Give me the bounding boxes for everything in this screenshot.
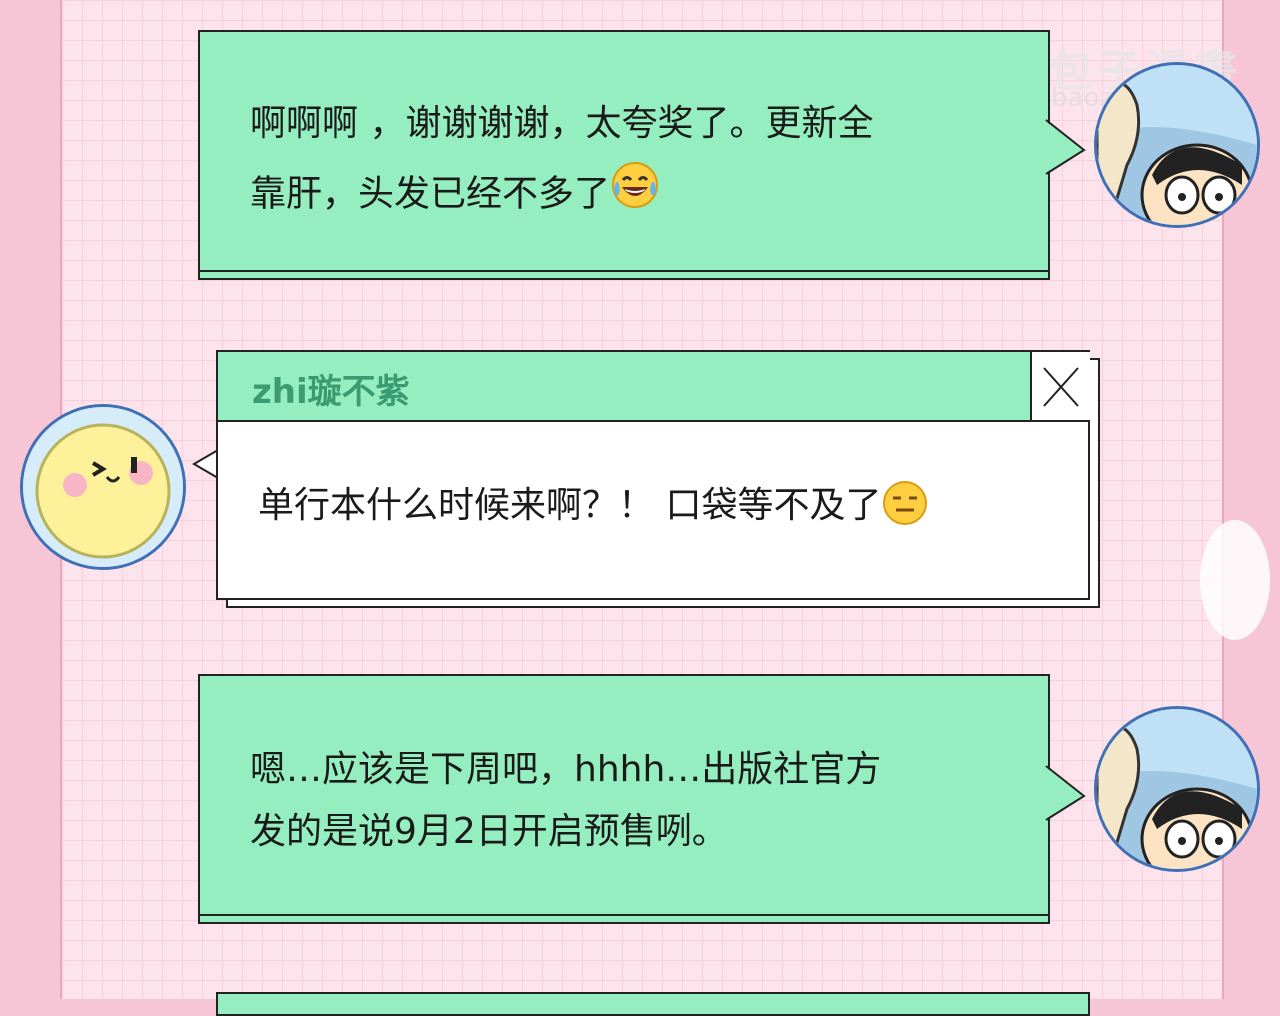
message-text: 靠肝，头发已经不多了 <box>250 173 611 215</box>
message-line: 嗯…应该是下周吧，hhhh…出版社官方 <box>250 749 882 790</box>
expressionless-emoji <box>881 479 929 536</box>
commenter-avatar <box>20 404 186 570</box>
comment-body: 单行本什么时候来啊？！ 口袋等不及了 <box>258 485 882 526</box>
bubble-tail <box>1044 765 1086 821</box>
author-avatar <box>1094 706 1260 872</box>
close-icon[interactable] <box>1030 352 1090 422</box>
card-header: zhi璇不紫 <box>218 352 1030 422</box>
chat-bubble-reply-1: 啊啊啊 ，谢谢谢谢，太夸奖了。更新全 靠肝，头发已经不多了 <box>198 30 1050 272</box>
chat-bubble-reply-2: 嗯…应该是下周吧，hhhh…出版社官方 发的是说9月2日开启预售咧。 <box>198 674 1050 916</box>
comment-text: 单行本什么时候来啊？！ 口袋等不及了 <box>258 476 929 536</box>
author-avatar <box>1094 62 1260 228</box>
message-line: 发的是说9月2日开启预售咧。 <box>250 811 728 852</box>
comment-card: zhi璇不紫 单行本什么时候来啊？！ 口袋等不及了 <box>216 350 1090 600</box>
decorative-blob <box>1200 520 1270 640</box>
message-line: 啊啊啊 ，谢谢谢谢，太夸奖了。更新全 <box>250 103 874 144</box>
laughing-crying-emoji <box>610 160 660 231</box>
message-line-with-emoji: 靠肝，头发已经不多了 <box>250 160 660 231</box>
bubble-tail <box>1044 119 1086 175</box>
next-card-edge <box>216 992 1090 1016</box>
username: zhi璇不紫 <box>252 372 410 412</box>
